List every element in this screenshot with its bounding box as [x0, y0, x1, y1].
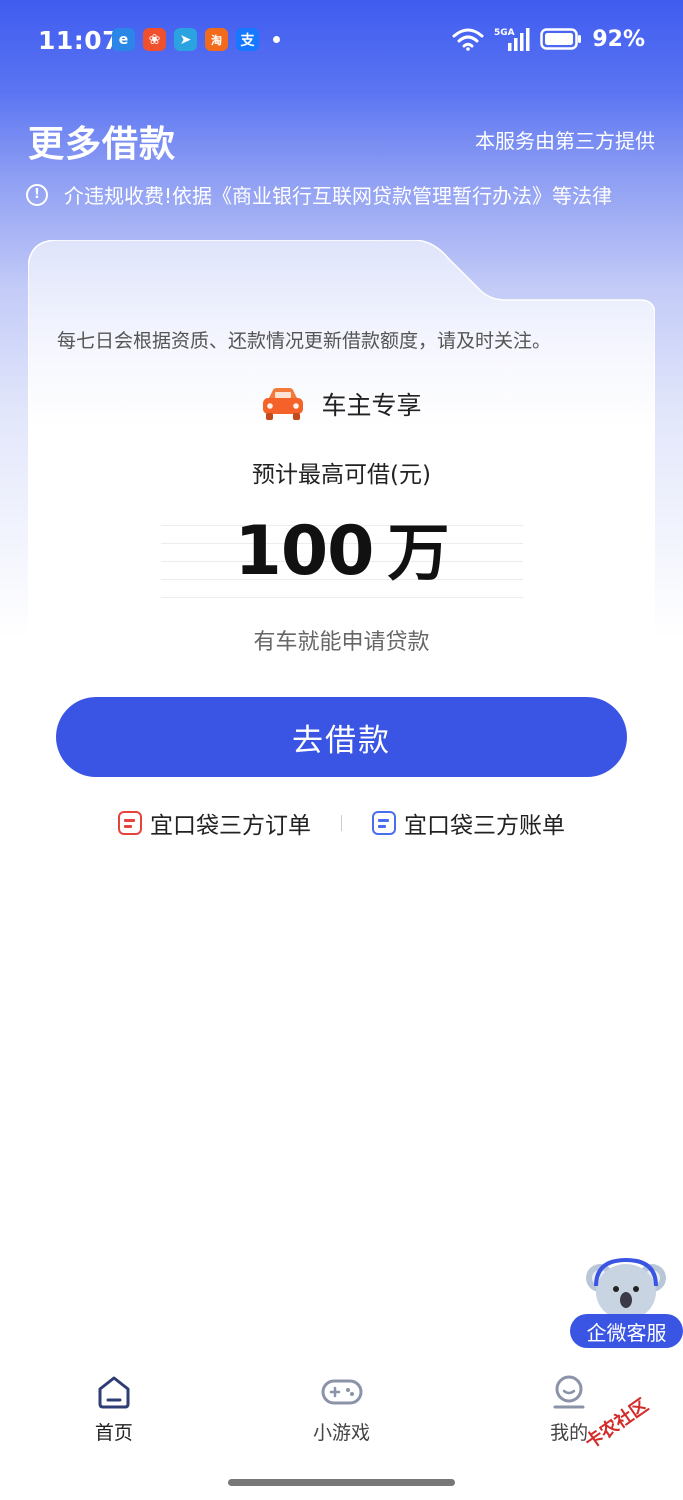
quota-update-description: 每七日会根据资质、还款情况更新借款额度，请及时关注。: [57, 330, 552, 352]
estimate-label: 预计最高可借(元): [252, 462, 431, 488]
notice-text: 介违规收费!依据《商业银行互联网贷款管理暂行办法》等法律: [64, 184, 613, 208]
tab-home[interactable]: 首页: [0, 1360, 228, 1460]
info-icon: !: [26, 183, 48, 206]
battery-percentage: 92%: [592, 26, 645, 52]
owner-exclusive-label: 车主专享: [321, 391, 422, 420]
app-red-icon: ❀: [143, 28, 166, 51]
more-notifications-dot: [273, 36, 280, 43]
amount-unit: 万: [387, 516, 449, 589]
battery-icon: [540, 28, 582, 50]
status-time: 11:07: [38, 26, 121, 55]
taobao-app-icon: 淘: [205, 28, 228, 51]
order-link-label: 宜口袋三方订单: [150, 813, 311, 839]
third-party-order-link[interactable]: 宜口袋三方订单: [118, 806, 311, 840]
amount-value: 100: [234, 512, 375, 591]
third-party-note: 本服务由第三方提供: [475, 129, 655, 153]
notice-marquee[interactable]: ! 介违规收费!依据《商业银行互联网贷款管理暂行办法》等法律: [26, 180, 666, 209]
browser-app-icon: e: [112, 28, 135, 51]
system-icons: 5GA 92%: [452, 26, 645, 52]
car-loan-hint: 有车就能申请贷款: [253, 630, 430, 655]
notification-icons: e ❀ ➤ 淘 支: [112, 28, 280, 51]
car-icon: [263, 388, 304, 420]
bill-doc-icon: [372, 811, 396, 835]
home-indicator[interactable]: [228, 1479, 455, 1486]
gamepad-icon: [321, 1379, 362, 1405]
tab-mini-games[interactable]: 小游戏: [228, 1360, 456, 1460]
third-party-bill-link[interactable]: 宜口袋三方账单: [372, 806, 565, 840]
koala-mascot-icon: [586, 1257, 666, 1320]
link-divider: [341, 815, 342, 831]
customer-service-label: 企微客服: [570, 1314, 683, 1348]
tab-mini-games-label: 小游戏: [313, 1422, 371, 1444]
borrow-button[interactable]: 去借款: [56, 697, 627, 777]
cellular-signal-icon: 5GA: [494, 28, 530, 51]
bottom-nav: 首页 小游戏 我的: [0, 1360, 683, 1460]
order-doc-icon: [118, 811, 142, 835]
third-party-links: 宜口袋三方订单 宜口袋三方账单: [28, 806, 655, 840]
home-icon: [98, 1376, 130, 1409]
wifi-icon: [452, 28, 484, 51]
loan-card: 每七日会根据资质、还款情况更新借款额度，请及时关注。 车主专享 预计最高可借(元…: [28, 240, 655, 866]
svg-text:5GA: 5GA: [494, 28, 515, 38]
telegram-app-icon: ➤: [174, 28, 197, 51]
alipay-app-icon: 支: [236, 28, 259, 51]
bill-link-label: 宜口袋三方账单: [404, 813, 565, 839]
profile-icon: [553, 1375, 585, 1409]
customer-service-button[interactable]: 企微客服: [570, 1256, 683, 1350]
page-title: 更多借款: [28, 124, 177, 165]
max-loan-amount: 100 万: [28, 502, 655, 592]
status-bar: 11:07 e ❀ ➤ 淘 支 5GA 92%: [0, 0, 683, 84]
owner-exclusive-row: 车主专享: [28, 386, 655, 422]
tab-home-label: 首页: [94, 1422, 133, 1444]
